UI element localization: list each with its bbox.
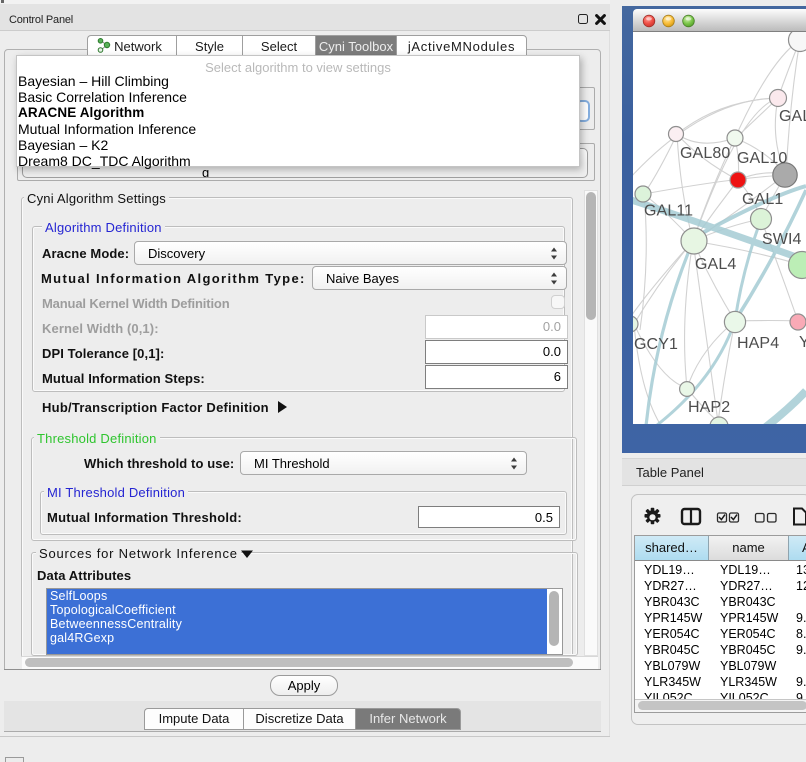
svg-text:GAL10: GAL10 [737,150,787,167]
svg-text:SWI4: SWI4 [762,231,802,248]
svg-text:Y: Y [799,334,806,351]
svg-text:GAL11: GAL11 [644,203,693,220]
svg-text:GAL1: GAL1 [742,191,783,208]
svg-text:HAP2: HAP2 [688,399,730,416]
svg-text:GAL: GAL [779,108,806,125]
svg-text:GCY1: GCY1 [634,336,678,353]
svg-text:HAP4: HAP4 [737,335,779,352]
svg-text:GAL4: GAL4 [695,256,736,273]
svg-text:GAL80: GAL80 [680,145,730,162]
